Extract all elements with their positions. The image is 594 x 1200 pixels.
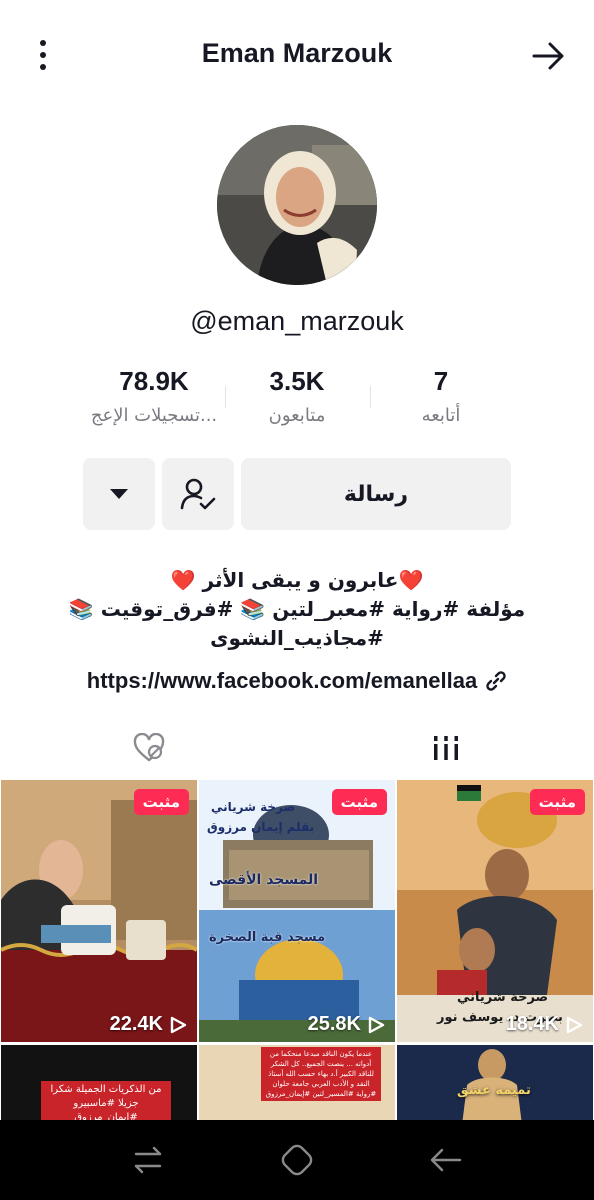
play-icon [170,1016,187,1033]
recent-apps-icon[interactable] [126,1138,170,1182]
bio-line: ❤️عابرون و يبقى الأثر ❤️ [170,568,424,592]
tab-liked[interactable] [0,718,297,778]
following-label: أتابعه [421,405,461,426]
bio-link[interactable]: https://www.facebook.com/emanellaa [0,668,594,694]
view-count-text: 22.4K [109,1013,163,1035]
tab-videos[interactable] [297,718,594,778]
video-thumbnail[interactable]: عندما يكون الناقد مبدعا منحكما من أدواته… [199,1045,395,1125]
profile-header: Eman Marzouk [0,0,594,110]
video-caption: المسجد الأقصى [209,872,319,888]
caret-down-icon [110,489,128,499]
bio-line: مؤلفة #رواية #معبر_لتين 📚 #فرق_توقيت 📚 [68,597,526,621]
profile-bio: ❤️عابرون و يبقى الأثر ❤️ مؤلفة #رواية #م… [0,566,594,653]
arrow-right-icon[interactable] [528,36,568,76]
more-dropdown-button[interactable] [83,458,155,530]
video-caption: من الذكريات الجميلة شكرا جزيلا #ماسبيرو … [41,1081,171,1125]
video-thumbnail[interactable]: مثبت 22.4K [1,780,197,1042]
hidden-likes-icon [133,733,164,762]
avatar[interactable] [217,125,377,285]
view-count-text: 25.8K [307,1013,361,1035]
view-count: 18.4K [506,1013,583,1036]
video-thumbnail[interactable]: تميمة عشق [397,1045,593,1125]
video-caption: بقلم إيمان مرزوق [207,820,315,834]
page-title: Eman Marzouk [201,38,393,68]
following-stat[interactable]: 7 أتابعه [356,366,526,426]
play-icon [368,1016,385,1033]
message-button[interactable]: رسالة [241,458,511,530]
pinned-badge: مثبت [331,789,387,815]
video-thumbnail[interactable]: من الذكريات الجميلة شكرا جزيلا #ماسبيرو … [1,1045,197,1125]
link-icon [486,671,506,691]
system-nav-bar [0,1120,594,1200]
avatar-image [217,125,377,285]
video-caption: صرخة شرياني [211,800,296,814]
back-icon[interactable] [424,1138,468,1182]
following-count: 7 [433,366,449,396]
bio-line: #مجاذيب_النشوى [210,626,384,650]
following-status-button[interactable] [162,458,234,530]
play-icon [566,1016,583,1033]
video-caption: صرخة شرياني [457,990,549,1005]
video-caption: عندما يكون الناقد مبدعا منحكما من أدواته… [261,1047,381,1101]
user-check-icon [180,478,216,510]
view-count: 22.4K [110,1013,187,1036]
home-icon[interactable] [275,1138,319,1182]
view-count-text: 18.4K [505,1013,559,1035]
video-caption: تميمة عشق [457,1083,531,1098]
video-thumbnail[interactable]: صرخة شرياني بصوت د. يوسف نور مثبت 18.4K [397,780,593,1042]
video-cover [1,780,197,1042]
video-thumbnail[interactable]: صرخة شرياني بقلم إيمان مرزوق المسجد الأق… [199,780,395,1042]
content-tabs [0,718,594,778]
video-caption: مسجد قبة الصخرة [209,930,326,945]
pinned-badge: مثبت [133,789,189,815]
pinned-badge: مثبت [529,789,585,815]
profile-handle: @eman_marzouk [190,306,404,336]
bio-link-text: https://www.facebook.com/emanellaa [86,668,478,693]
view-count: 25.8K [308,1013,385,1036]
videos-grid-icon [433,736,458,760]
